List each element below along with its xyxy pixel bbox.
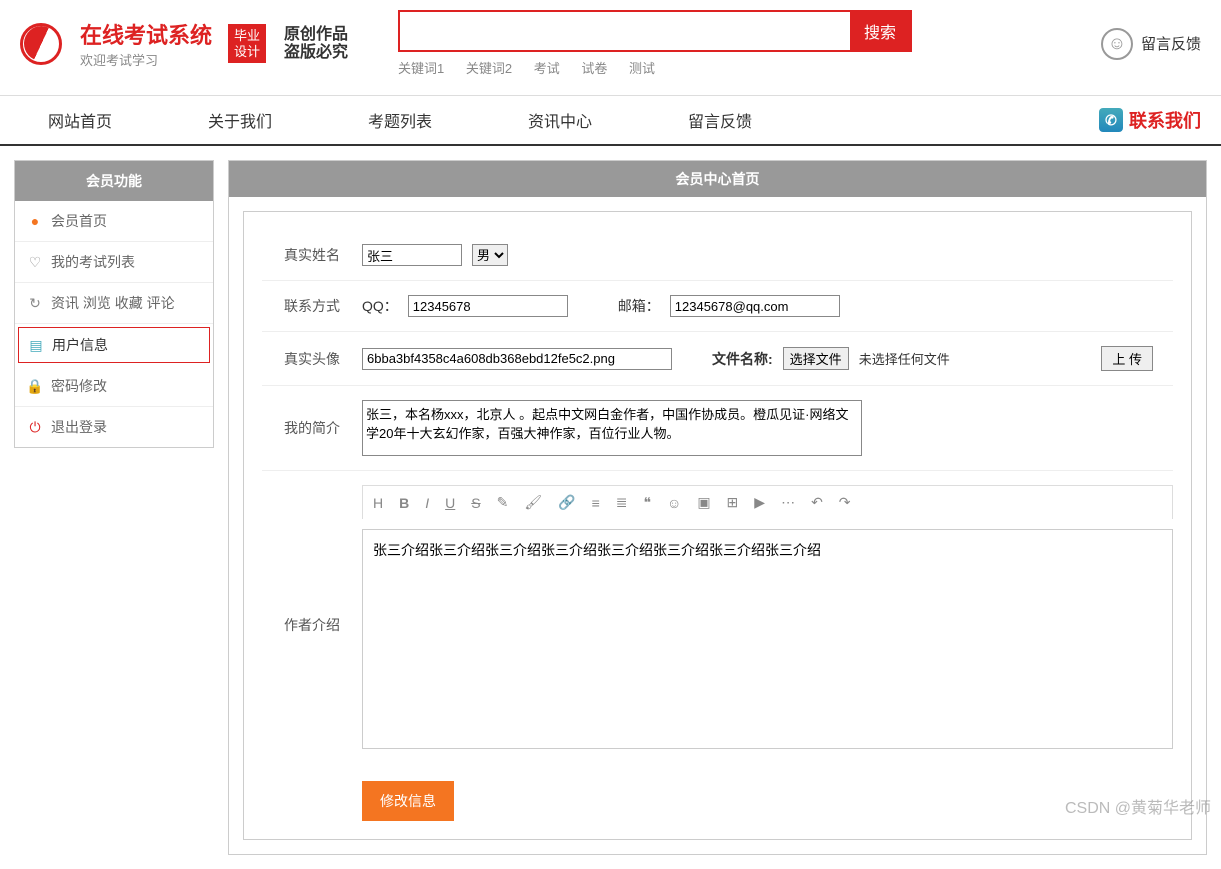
- keyword[interactable]: 关键词2: [466, 61, 512, 76]
- feedback-link[interactable]: ☺ 留言反馈: [1101, 28, 1201, 60]
- keyword[interactable]: 试卷: [581, 61, 607, 76]
- more-icon[interactable]: ⋯: [781, 494, 795, 511]
- search-keywords: 关键词1 关键词2 考试 试卷 测试: [398, 58, 912, 77]
- choose-file-button[interactable]: 选择文件: [783, 347, 849, 370]
- headset-icon: ☺: [1101, 28, 1133, 60]
- gender-select[interactable]: 男: [472, 244, 508, 266]
- submit-button[interactable]: 修改信息: [362, 781, 454, 821]
- sidebar-item-3[interactable]: ▤ 用户信息: [18, 327, 210, 363]
- emoji-icon[interactable]: ☺: [667, 495, 681, 511]
- redo-icon[interactable]: ↷: [839, 494, 851, 511]
- file-name-label: 文件名称:: [712, 349, 773, 369]
- strikethrough-icon[interactable]: S: [471, 495, 480, 511]
- sidebar-item-label: 退出登录: [51, 417, 107, 437]
- nav-questions[interactable]: 考题列表: [320, 96, 480, 144]
- table-icon[interactable]: ⊞: [727, 494, 739, 511]
- email-label: 邮箱：: [618, 296, 660, 316]
- sidebar-item-0[interactable]: ● 会员首页: [15, 201, 213, 242]
- qq-label: QQ：: [362, 296, 398, 316]
- image-icon[interactable]: ▣: [697, 494, 710, 511]
- keyword[interactable]: 关键词1: [398, 61, 444, 76]
- graduation-badge: 毕业 设计: [228, 24, 266, 63]
- search-input[interactable]: [400, 12, 850, 50]
- phone-icon: ✆: [1099, 108, 1123, 132]
- quote-icon[interactable]: ❝: [643, 494, 651, 511]
- site-subtitle: 欢迎考试学习: [80, 50, 212, 69]
- sidebar-item-1[interactable]: ♡ 我的考试列表: [15, 242, 213, 283]
- file-status: 未选择任何文件: [859, 349, 950, 368]
- avatar-input[interactable]: [362, 348, 672, 370]
- tagline: 原创作品 盗版必究: [284, 26, 348, 61]
- contact-label: 联系方式: [262, 296, 362, 316]
- search-button[interactable]: 搜索: [850, 12, 910, 50]
- keyword[interactable]: 测试: [629, 61, 655, 76]
- sidebar-item-label: 用户信息: [52, 335, 108, 355]
- keyword[interactable]: 考试: [534, 61, 560, 76]
- sidebar-icon: ⏻: [27, 419, 43, 435]
- editor-toolbar: H B I U S ✎ 🖌 🔗 ≡ ≣ ❝ ☺ ▣ ⊞ ▶: [362, 485, 1173, 519]
- brief-textarea[interactable]: [362, 400, 862, 456]
- nav-about[interactable]: 关于我们: [160, 96, 320, 144]
- author-intro-editor[interactable]: [362, 529, 1173, 749]
- italic-icon[interactable]: I: [425, 495, 429, 511]
- sidebar-icon: ↻: [27, 295, 43, 311]
- undo-icon[interactable]: ↶: [811, 494, 823, 511]
- qq-input[interactable]: [408, 295, 568, 317]
- nav-news[interactable]: 资讯中心: [480, 96, 640, 144]
- sidebar-icon: ●: [27, 213, 43, 229]
- sidebar-icon: ▤: [28, 337, 44, 353]
- sidebar-item-2[interactable]: ↻ 资讯 浏览 收藏 评论: [15, 283, 213, 324]
- list-icon[interactable]: ≡: [592, 495, 600, 511]
- sidebar-item-label: 密码修改: [51, 376, 107, 396]
- heading-icon[interactable]: H: [373, 495, 383, 511]
- sidebar-icon: ♡: [27, 254, 43, 270]
- nav-home[interactable]: 网站首页: [0, 96, 160, 144]
- sidebar-title: 会员功能: [15, 161, 213, 201]
- highlight-icon[interactable]: ✎: [497, 494, 509, 511]
- real-name-input[interactable]: [362, 244, 462, 266]
- avatar-label: 真实头像: [262, 349, 362, 369]
- link-icon[interactable]: 🔗: [558, 494, 575, 511]
- paint-icon[interactable]: 🖌: [524, 494, 542, 511]
- author-intro-label: 作者介绍: [262, 485, 362, 635]
- sidebar-item-5[interactable]: ⏻ 退出登录: [15, 407, 213, 447]
- video-icon[interactable]: ▶: [754, 494, 765, 511]
- sidebar-item-label: 会员首页: [51, 211, 107, 231]
- underline-icon[interactable]: U: [445, 495, 455, 511]
- upload-button[interactable]: 上 传: [1101, 346, 1153, 371]
- email-input[interactable]: [670, 295, 840, 317]
- real-name-label: 真实姓名: [262, 245, 362, 265]
- sidebar-item-label: 我的考试列表: [51, 252, 135, 272]
- site-title: 在线考试系统: [80, 18, 212, 50]
- nav-feedback[interactable]: 留言反馈: [640, 96, 800, 144]
- bold-icon[interactable]: B: [399, 495, 409, 511]
- content-title: 会员中心首页: [229, 161, 1206, 197]
- contact-us-link[interactable]: ✆ 联系我们: [1099, 96, 1221, 144]
- logo-icon: [20, 23, 62, 65]
- align-icon[interactable]: ≣: [616, 494, 628, 511]
- brief-label: 我的简介: [262, 400, 362, 438]
- sidebar-item-4[interactable]: 🔒 密码修改: [15, 366, 213, 407]
- sidebar-icon: 🔒: [27, 378, 43, 394]
- sidebar-item-label: 资讯 浏览 收藏 评论: [51, 293, 175, 313]
